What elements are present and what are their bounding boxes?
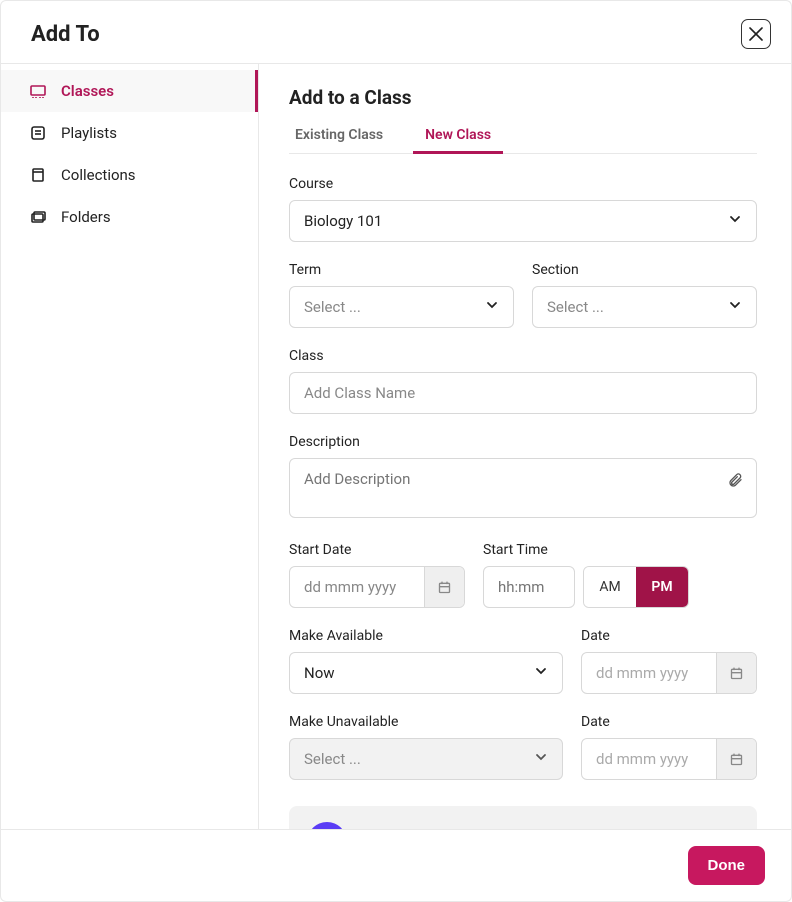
- field-start-time: Start Time AM PM: [483, 542, 757, 608]
- sidebar-item-label: Collections: [61, 166, 136, 184]
- pm-button[interactable]: PM: [636, 567, 688, 607]
- info-box: Enrolled users have access from their Cl…: [289, 806, 757, 829]
- start-date-input[interactable]: dd mmm yyyy: [289, 566, 465, 608]
- close-icon: [749, 27, 763, 41]
- unavailable-date-placeholder: dd mmm yyyy: [582, 739, 716, 779]
- main-title: Add to a Class: [289, 86, 757, 109]
- chevron-down-icon: [534, 664, 548, 682]
- dialog-footer: Done: [1, 829, 791, 901]
- calendar-icon[interactable]: [716, 739, 756, 779]
- dialog-header: Add To: [1, 1, 791, 64]
- unavailable-date-label: Date: [581, 714, 757, 730]
- sidebar-item-label: Classes: [61, 82, 114, 100]
- chevron-down-icon: [728, 212, 742, 230]
- course-select[interactable]: Biology 101: [289, 200, 757, 242]
- field-make-available: Make Available Now: [289, 628, 563, 694]
- make-available-value: Now: [304, 664, 335, 682]
- dialog-body: Classes Playlists Collec: [1, 64, 791, 829]
- description-label: Description: [289, 434, 757, 450]
- tab-new-class[interactable]: New Class: [419, 127, 497, 153]
- done-button[interactable]: Done: [688, 846, 766, 885]
- class-label: Class: [289, 348, 757, 364]
- row-term-section: Term Select ... Section Select ...: [289, 262, 757, 348]
- sidebar-item-folders[interactable]: Folders: [1, 196, 258, 238]
- folders-icon: [29, 208, 47, 226]
- available-date-input[interactable]: dd mmm yyyy: [581, 652, 757, 694]
- sidebar-item-classes[interactable]: Classes: [1, 70, 258, 112]
- start-time-input[interactable]: [483, 566, 575, 608]
- tabs: Existing Class New Class: [289, 127, 757, 154]
- chevron-down-icon: [728, 298, 742, 316]
- class-input[interactable]: [289, 372, 757, 414]
- field-unavailable-date: Date dd mmm yyyy: [581, 714, 757, 780]
- chevron-down-icon: [485, 298, 499, 316]
- start-date-placeholder: dd mmm yyyy: [290, 567, 424, 607]
- calendar-icon[interactable]: [424, 567, 464, 607]
- field-class: Class: [289, 348, 757, 414]
- sidebar-item-label: Playlists: [61, 124, 117, 142]
- make-available-select[interactable]: Now: [289, 652, 563, 694]
- row-make-unavailable: Make Unavailable Select ... Date dd mmm …: [289, 714, 757, 800]
- start-date-label: Start Date: [289, 542, 465, 558]
- field-start-date: Start Date dd mmm yyyy: [289, 542, 465, 608]
- make-unavailable-label: Make Unavailable: [289, 714, 563, 730]
- field-description: Description: [289, 434, 757, 522]
- dialog-title: Add To: [31, 22, 100, 47]
- unavailable-date-input[interactable]: dd mmm yyyy: [581, 738, 757, 780]
- sidebar-item-label: Folders: [61, 208, 111, 226]
- calendar-icon[interactable]: [716, 653, 756, 693]
- field-available-date: Date dd mmm yyyy: [581, 628, 757, 694]
- am-button[interactable]: AM: [584, 567, 636, 607]
- make-unavailable-select[interactable]: Select ...: [289, 738, 563, 780]
- term-select-placeholder: Select ...: [304, 298, 361, 316]
- sidebar-item-collections[interactable]: Collections: [1, 154, 258, 196]
- playlists-icon: [29, 124, 47, 142]
- sidebar-item-playlists[interactable]: Playlists: [1, 112, 258, 154]
- field-make-unavailable: Make Unavailable Select ...: [289, 714, 563, 780]
- close-button[interactable]: [741, 19, 771, 49]
- tab-existing-class[interactable]: Existing Class: [289, 127, 389, 153]
- collections-icon: [29, 166, 47, 184]
- attachment-icon[interactable]: [727, 472, 743, 492]
- course-select-value: Biology 101: [304, 212, 382, 230]
- chevron-down-icon: [534, 750, 548, 768]
- field-section: Section Select ...: [532, 262, 757, 328]
- ampm-toggle: AM PM: [583, 566, 689, 608]
- section-label: Section: [532, 262, 757, 278]
- available-date-label: Date: [581, 628, 757, 644]
- course-label: Course: [289, 176, 757, 192]
- field-course: Course Biology 101: [289, 176, 757, 242]
- start-time-label: Start Time: [483, 542, 757, 558]
- section-select-placeholder: Select ...: [547, 298, 604, 316]
- term-select[interactable]: Select ...: [289, 286, 514, 328]
- available-date-placeholder: dd mmm yyyy: [582, 653, 716, 693]
- description-input[interactable]: [289, 458, 757, 518]
- add-to-dialog: Add To Classes: [0, 0, 792, 902]
- classes-icon: [29, 82, 47, 100]
- row-start-date-time: Start Date dd mmm yyyy Start Time AM: [289, 542, 757, 628]
- main-panel: Add to a Class Existing Class New Class …: [259, 64, 791, 829]
- make-available-label: Make Available: [289, 628, 563, 644]
- row-make-available: Make Available Now Date dd mmm yyyy: [289, 628, 757, 714]
- field-term: Term Select ...: [289, 262, 514, 328]
- make-unavailable-placeholder: Select ...: [304, 750, 361, 768]
- section-select[interactable]: Select ...: [532, 286, 757, 328]
- sidebar: Classes Playlists Collec: [1, 64, 259, 829]
- term-label: Term: [289, 262, 514, 278]
- info-icon: [307, 822, 347, 829]
